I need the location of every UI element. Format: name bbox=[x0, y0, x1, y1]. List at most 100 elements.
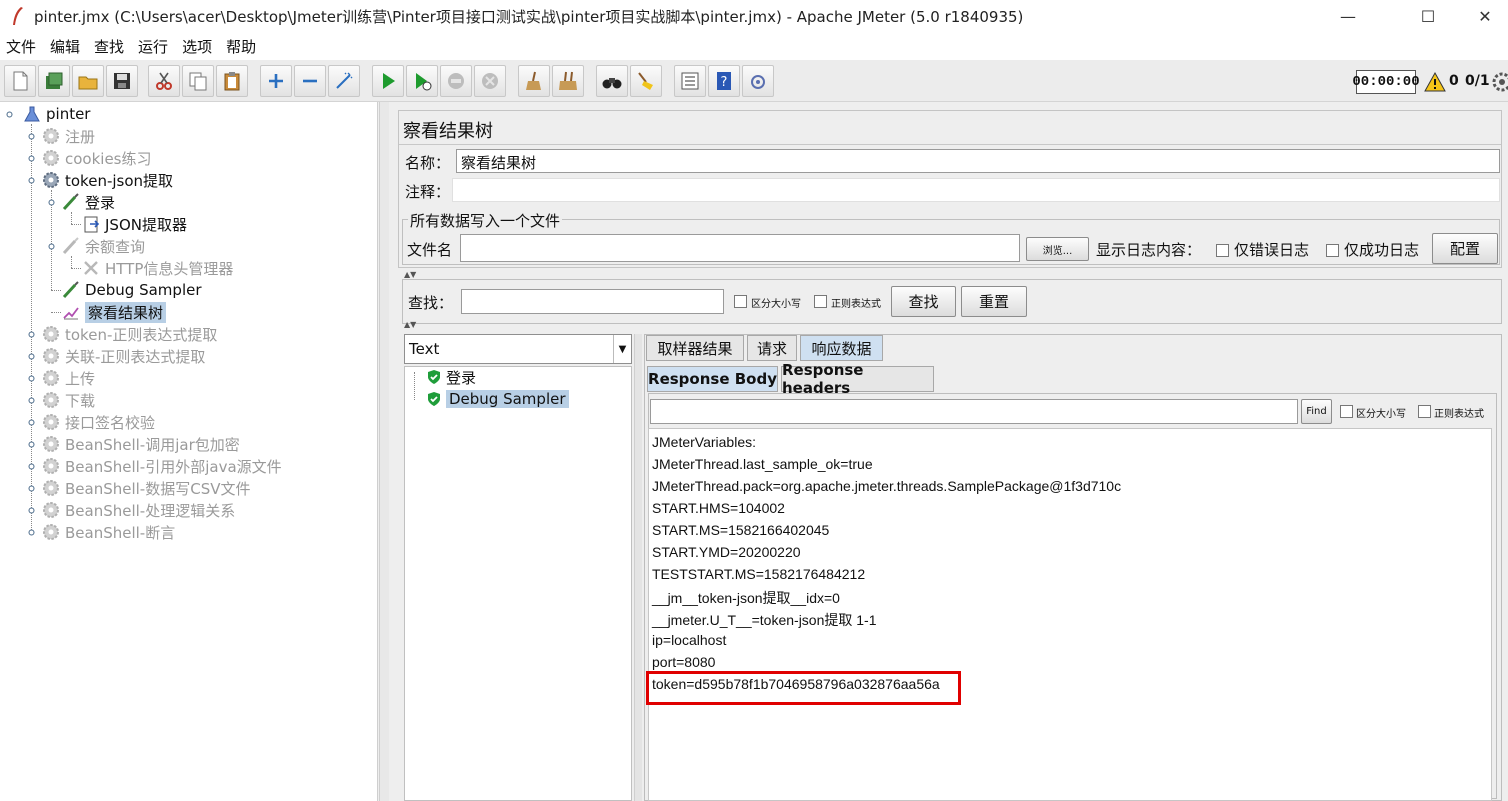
close-button[interactable]: ✕ bbox=[1462, 0, 1508, 32]
tab-sampler-result[interactable]: 取样器结果 bbox=[646, 335, 744, 361]
handle-signature[interactable] bbox=[27, 418, 36, 427]
menu-help[interactable]: 帮助 bbox=[226, 36, 256, 57]
success-only-checkbox[interactable] bbox=[1326, 244, 1339, 257]
tree-item-register[interactable]: 注册 bbox=[41, 125, 95, 147]
thread-group-gear-icon bbox=[43, 172, 59, 188]
response-find-input[interactable] bbox=[650, 399, 1298, 424]
handle-beanshell-jar[interactable] bbox=[27, 440, 36, 449]
tree-item-cookies[interactable]: cookies练习 bbox=[41, 147, 152, 169]
handle-correlation-regex[interactable] bbox=[27, 352, 36, 361]
root-expand-handle[interactable] bbox=[5, 110, 14, 119]
errors-only-checkbox[interactable] bbox=[1216, 244, 1229, 257]
response-find-button[interactable]: Find bbox=[1301, 399, 1332, 424]
templates-button[interactable] bbox=[38, 65, 70, 97]
reset-search-button[interactable] bbox=[630, 65, 662, 97]
collapse-all-button[interactable] bbox=[294, 65, 326, 97]
toggle-button[interactable] bbox=[328, 65, 360, 97]
configure-button[interactable]: 配置 bbox=[1432, 233, 1498, 264]
handle-token-json[interactable] bbox=[27, 176, 36, 185]
handle-beanshell-logic[interactable] bbox=[27, 506, 36, 515]
search-input[interactable] bbox=[461, 289, 724, 314]
handle-beanshell-assert[interactable] bbox=[27, 528, 36, 537]
new-button[interactable] bbox=[4, 65, 36, 97]
handle-cookies[interactable] bbox=[27, 154, 36, 163]
handle-login[interactable] bbox=[47, 198, 56, 207]
tree-item-beanshell-jar[interactable]: BeanShell-调用jar包加密 bbox=[41, 433, 240, 455]
handle-beanshell-java[interactable] bbox=[27, 462, 36, 471]
handle-beanshell-csv[interactable] bbox=[27, 484, 36, 493]
copy-button[interactable] bbox=[182, 65, 214, 97]
clear-button[interactable] bbox=[518, 65, 550, 97]
browse-button[interactable]: 浏览... bbox=[1026, 237, 1089, 261]
tree-item-token-regex[interactable]: token-正则表达式提取 bbox=[41, 323, 217, 345]
search-reset-button[interactable]: 重置 bbox=[961, 286, 1027, 317]
sample-result-debug-sampler[interactable]: Debug Sampler bbox=[426, 388, 569, 410]
tree-item-view-results-tree[interactable]: 察看结果树 bbox=[61, 301, 167, 323]
menu-options[interactable]: 选项 bbox=[182, 36, 212, 57]
status-gear-icon bbox=[1492, 72, 1508, 92]
tree-item-token-json[interactable]: token-json提取 bbox=[41, 169, 173, 191]
tree-item-beanshell-assert[interactable]: BeanShell-断言 bbox=[41, 521, 175, 543]
tree-item-login[interactable]: 登录 bbox=[61, 191, 115, 213]
response-regex-checkbox[interactable] bbox=[1418, 405, 1431, 418]
shutdown-button[interactable] bbox=[474, 65, 506, 97]
maximize-button[interactable]: ☐ bbox=[1396, 0, 1460, 32]
name-input[interactable]: 察看结果树 bbox=[456, 149, 1500, 173]
start-button[interactable] bbox=[372, 65, 404, 97]
warning-icon[interactable] bbox=[1424, 71, 1446, 93]
tree-item-signature-check[interactable]: 接口签名校验 bbox=[41, 411, 155, 433]
menu-edit[interactable]: 编辑 bbox=[50, 36, 80, 57]
expand-all-button[interactable] bbox=[260, 65, 292, 97]
tree-item-balance-query[interactable]: 余额查询 bbox=[61, 235, 145, 257]
help-button[interactable]: ? bbox=[708, 65, 740, 97]
stop-button[interactable] bbox=[440, 65, 472, 97]
search-case-checkbox[interactable] bbox=[734, 295, 747, 308]
handle-balance[interactable] bbox=[47, 242, 56, 251]
tree-item-debug-sampler[interactable]: Debug Sampler bbox=[61, 279, 202, 301]
search-regex-checkbox[interactable] bbox=[814, 295, 827, 308]
search-button[interactable] bbox=[596, 65, 628, 97]
remote-button[interactable] bbox=[742, 65, 774, 97]
tree-item-beanshell-csv[interactable]: BeanShell-数据写CSV文件 bbox=[41, 477, 250, 499]
tab-request[interactable]: 请求 bbox=[747, 335, 797, 361]
tab-response-data[interactable]: 响应数据 bbox=[800, 335, 883, 361]
open-button[interactable] bbox=[72, 65, 104, 97]
tree-item-upload[interactable]: 上传 bbox=[41, 367, 95, 389]
menu-run[interactable]: 运行 bbox=[138, 36, 168, 57]
tree-item-json-extractor[interactable]: JSON提取器 bbox=[81, 213, 187, 235]
tree-item-beanshell-java[interactable]: BeanShell-引用外部java源文件 bbox=[41, 455, 282, 477]
handle-download[interactable] bbox=[27, 396, 36, 405]
results-splitter[interactable] bbox=[634, 334, 642, 801]
error-count: 0 bbox=[1449, 73, 1459, 89]
split-arrows-icon[interactable]: ▲▼ bbox=[404, 270, 416, 279]
tree-root-pinter[interactable]: pinter bbox=[22, 103, 90, 125]
tree-item-correlation-regex[interactable]: 关联-正则表达式提取 bbox=[41, 345, 205, 367]
menu-file[interactable]: 文件 bbox=[6, 36, 36, 57]
handle-token-regex[interactable] bbox=[27, 330, 36, 339]
sample-result-login[interactable]: 登录 bbox=[426, 366, 476, 388]
save-button[interactable] bbox=[106, 65, 138, 97]
minimize-button[interactable]: — bbox=[1316, 0, 1380, 32]
function-helper-button[interactable] bbox=[674, 65, 706, 97]
handle-upload[interactable] bbox=[27, 374, 36, 383]
tree-item-header-manager[interactable]: HTTP信息头管理器 bbox=[81, 257, 233, 279]
filename-input[interactable] bbox=[460, 234, 1020, 262]
clear-all-button[interactable] bbox=[552, 65, 584, 97]
subtab-response-headers[interactable]: Response headers bbox=[781, 361, 934, 397]
start-no-pause-button[interactable] bbox=[406, 65, 438, 97]
renderer-select[interactable]: Text ▼ bbox=[404, 334, 632, 364]
success-only-label: 仅成功日志 bbox=[1344, 241, 1420, 259]
cut-button[interactable] bbox=[148, 65, 180, 97]
handle-register[interactable] bbox=[27, 132, 36, 141]
tree-item-download[interactable]: 下载 bbox=[41, 389, 95, 411]
response-case-checkbox[interactable] bbox=[1340, 405, 1353, 418]
subtab-response-body[interactable]: Response Body bbox=[647, 366, 778, 392]
paste-button[interactable] bbox=[216, 65, 248, 97]
menu-search[interactable]: 查找 bbox=[94, 36, 124, 57]
comment-input[interactable] bbox=[452, 178, 1500, 202]
extractor-doc-icon bbox=[84, 216, 100, 233]
tree-item-beanshell-logic[interactable]: BeanShell-处理逻辑关系 bbox=[41, 499, 235, 521]
search-submit-button[interactable]: 查找 bbox=[891, 286, 956, 317]
split-arrows-icon[interactable]: ▲▼ bbox=[404, 320, 416, 329]
vertical-splitter[interactable] bbox=[379, 102, 389, 801]
